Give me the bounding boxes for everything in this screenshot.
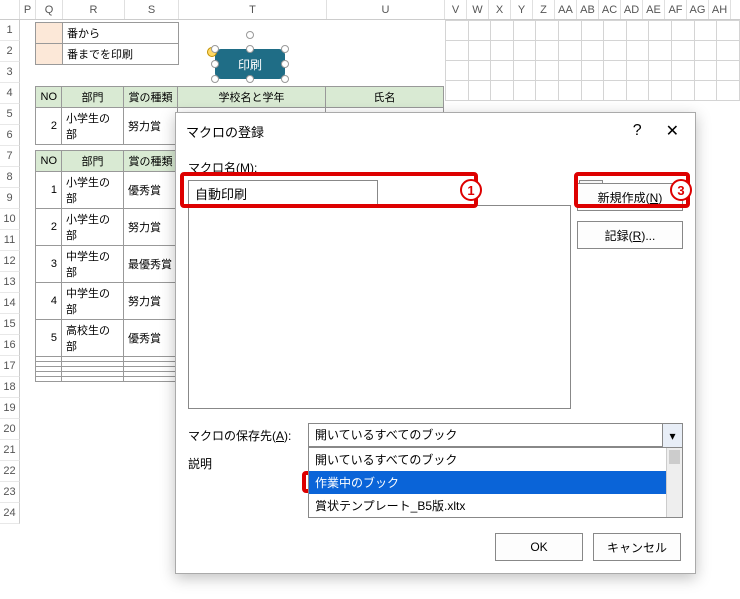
save-location-combo[interactable]: 開いているすべてのブック ▾ 開いているすべてのブック 作業中のブック 賞状テン… [308, 423, 683, 447]
row-header[interactable]: 5 [0, 104, 20, 125]
save-location-dropdown[interactable]: 開いているすべてのブック 作業中のブック 賞状テンプレート_B5版.xltx [308, 447, 683, 518]
t1-hdr-type: 賞の種類 [124, 87, 178, 108]
help-button[interactable]: ? [627, 122, 648, 140]
resize-handle[interactable] [281, 45, 289, 53]
print-shape[interactable]: 印刷 [215, 49, 285, 79]
macro-list[interactable] [188, 205, 571, 409]
resize-handle[interactable] [211, 60, 219, 68]
t1-hdr-school: 学校名と学年 [178, 87, 326, 108]
combo-selected-text: 開いているすべてのブック [315, 428, 457, 442]
close-icon[interactable]: ✕ [660, 121, 685, 141]
col-AH[interactable]: AH [709, 0, 731, 19]
col-AF[interactable]: AF [665, 0, 687, 19]
row-header[interactable]: 11 [0, 230, 20, 251]
col-Q[interactable]: Q [36, 0, 63, 19]
record-button[interactable]: 記録(R)... [577, 221, 683, 249]
dropdown-option[interactable]: 開いているすべてのブック [309, 448, 682, 471]
col-W[interactable]: W [467, 0, 489, 19]
save-location-label: マクロの保存先(A): [188, 427, 298, 444]
col-AB[interactable]: AB [577, 0, 599, 19]
row-header[interactable]: 21 [0, 440, 20, 461]
row-header[interactable]: 12 [0, 251, 20, 272]
col-T[interactable]: T [179, 0, 327, 19]
t2-hdr-no: NO [36, 151, 62, 172]
row-header[interactable]: 16 [0, 335, 20, 356]
dialog-title: マクロの登録 [186, 122, 264, 141]
row-header[interactable]: 3 [0, 62, 20, 83]
label-from: 番から [63, 23, 179, 44]
macro-name-label: マクロ名(M): [188, 159, 683, 176]
cancel-button[interactable]: キャンセル [593, 533, 681, 561]
row-header[interactable]: 18 [0, 377, 20, 398]
col-X[interactable]: X [489, 0, 511, 19]
table-row[interactable]: 2小学生の部努力賞 [36, 209, 178, 246]
description-label: 説明 [188, 455, 298, 527]
resize-handle[interactable] [281, 75, 289, 83]
table-row[interactable]: 3中学生の部最優秀賞 [36, 246, 178, 283]
row-header[interactable]: 8 [0, 167, 20, 188]
t1-hdr-no: NO [36, 87, 62, 108]
row-header[interactable]: 13 [0, 272, 20, 293]
dropdown-option[interactable]: 賞状テンプレート_B5版.xltx [309, 494, 682, 517]
resize-handle[interactable] [211, 45, 219, 53]
col-Z[interactable]: Z [533, 0, 555, 19]
new-button[interactable]: 新規作成(N) [577, 183, 683, 211]
row-header[interactable]: 7 [0, 146, 20, 167]
dropdown-option-selected[interactable]: 作業中のブック [309, 471, 682, 494]
row-header[interactable]: 2 [0, 41, 20, 62]
t1-hdr-dept: 部門 [62, 87, 124, 108]
col-AC[interactable]: AC [599, 0, 621, 19]
ok-button[interactable]: OK [495, 533, 583, 561]
assign-macro-dialog: マクロの登録 ? ✕ マクロ名(M): ↑ 新規作成(N) 記録(R)... マ… [175, 112, 696, 574]
table-row[interactable]: 4中学生の部努力賞 [36, 283, 178, 320]
row-header[interactable]: 14 [0, 293, 20, 314]
table-row[interactable]: 5高校生の部優秀賞 [36, 320, 178, 357]
col-AE[interactable]: AE [643, 0, 665, 19]
row-header[interactable]: 4 [0, 83, 20, 104]
row-header[interactable]: 9 [0, 188, 20, 209]
col-AG[interactable]: AG [687, 0, 709, 19]
row-header[interactable]: 6 [0, 125, 20, 146]
print-shape-label: 印刷 [238, 56, 262, 73]
row-header[interactable]: 23 [0, 482, 20, 503]
col-V[interactable]: V [445, 0, 467, 19]
row-header[interactable]: 1 [0, 20, 20, 41]
t2-hdr-dept: 部門 [62, 151, 124, 172]
row-header[interactable]: 22 [0, 461, 20, 482]
resize-handle[interactable] [211, 75, 219, 83]
row-headers: 123456789101112131415161718192021222324 [0, 20, 20, 524]
resize-handle[interactable] [246, 45, 254, 53]
resize-handle[interactable] [246, 75, 254, 83]
col-U[interactable]: U [327, 0, 445, 19]
rotate-handle-icon[interactable] [246, 31, 254, 39]
row-header[interactable]: 24 [0, 503, 20, 524]
label-to: 番までを印刷 [63, 44, 179, 65]
row-header[interactable]: 17 [0, 356, 20, 377]
scrollbar[interactable] [666, 448, 682, 517]
row-header[interactable]: 10 [0, 209, 20, 230]
table-row[interactable]: 1小学生の部優秀賞 [36, 172, 178, 209]
col-Y[interactable]: Y [511, 0, 533, 19]
t2-hdr-type: 賞の種類 [124, 151, 178, 172]
col-P[interactable]: P [20, 0, 36, 19]
col-R[interactable]: R [63, 0, 125, 19]
row-header[interactable]: 20 [0, 419, 20, 440]
row-header[interactable]: 15 [0, 314, 20, 335]
table-row[interactable] [36, 377, 178, 382]
column-headers: P Q R S T U V W X Y Z AA AB AC AD AE AF … [0, 0, 740, 20]
t1-hdr-name: 氏名 [326, 87, 444, 108]
row-header[interactable]: 19 [0, 398, 20, 419]
col-AD[interactable]: AD [621, 0, 643, 19]
col-AA[interactable]: AA [555, 0, 577, 19]
col-S[interactable]: S [125, 0, 179, 19]
macro-name-input[interactable] [188, 180, 378, 206]
resize-handle[interactable] [281, 60, 289, 68]
chevron-down-icon[interactable]: ▾ [662, 424, 682, 448]
